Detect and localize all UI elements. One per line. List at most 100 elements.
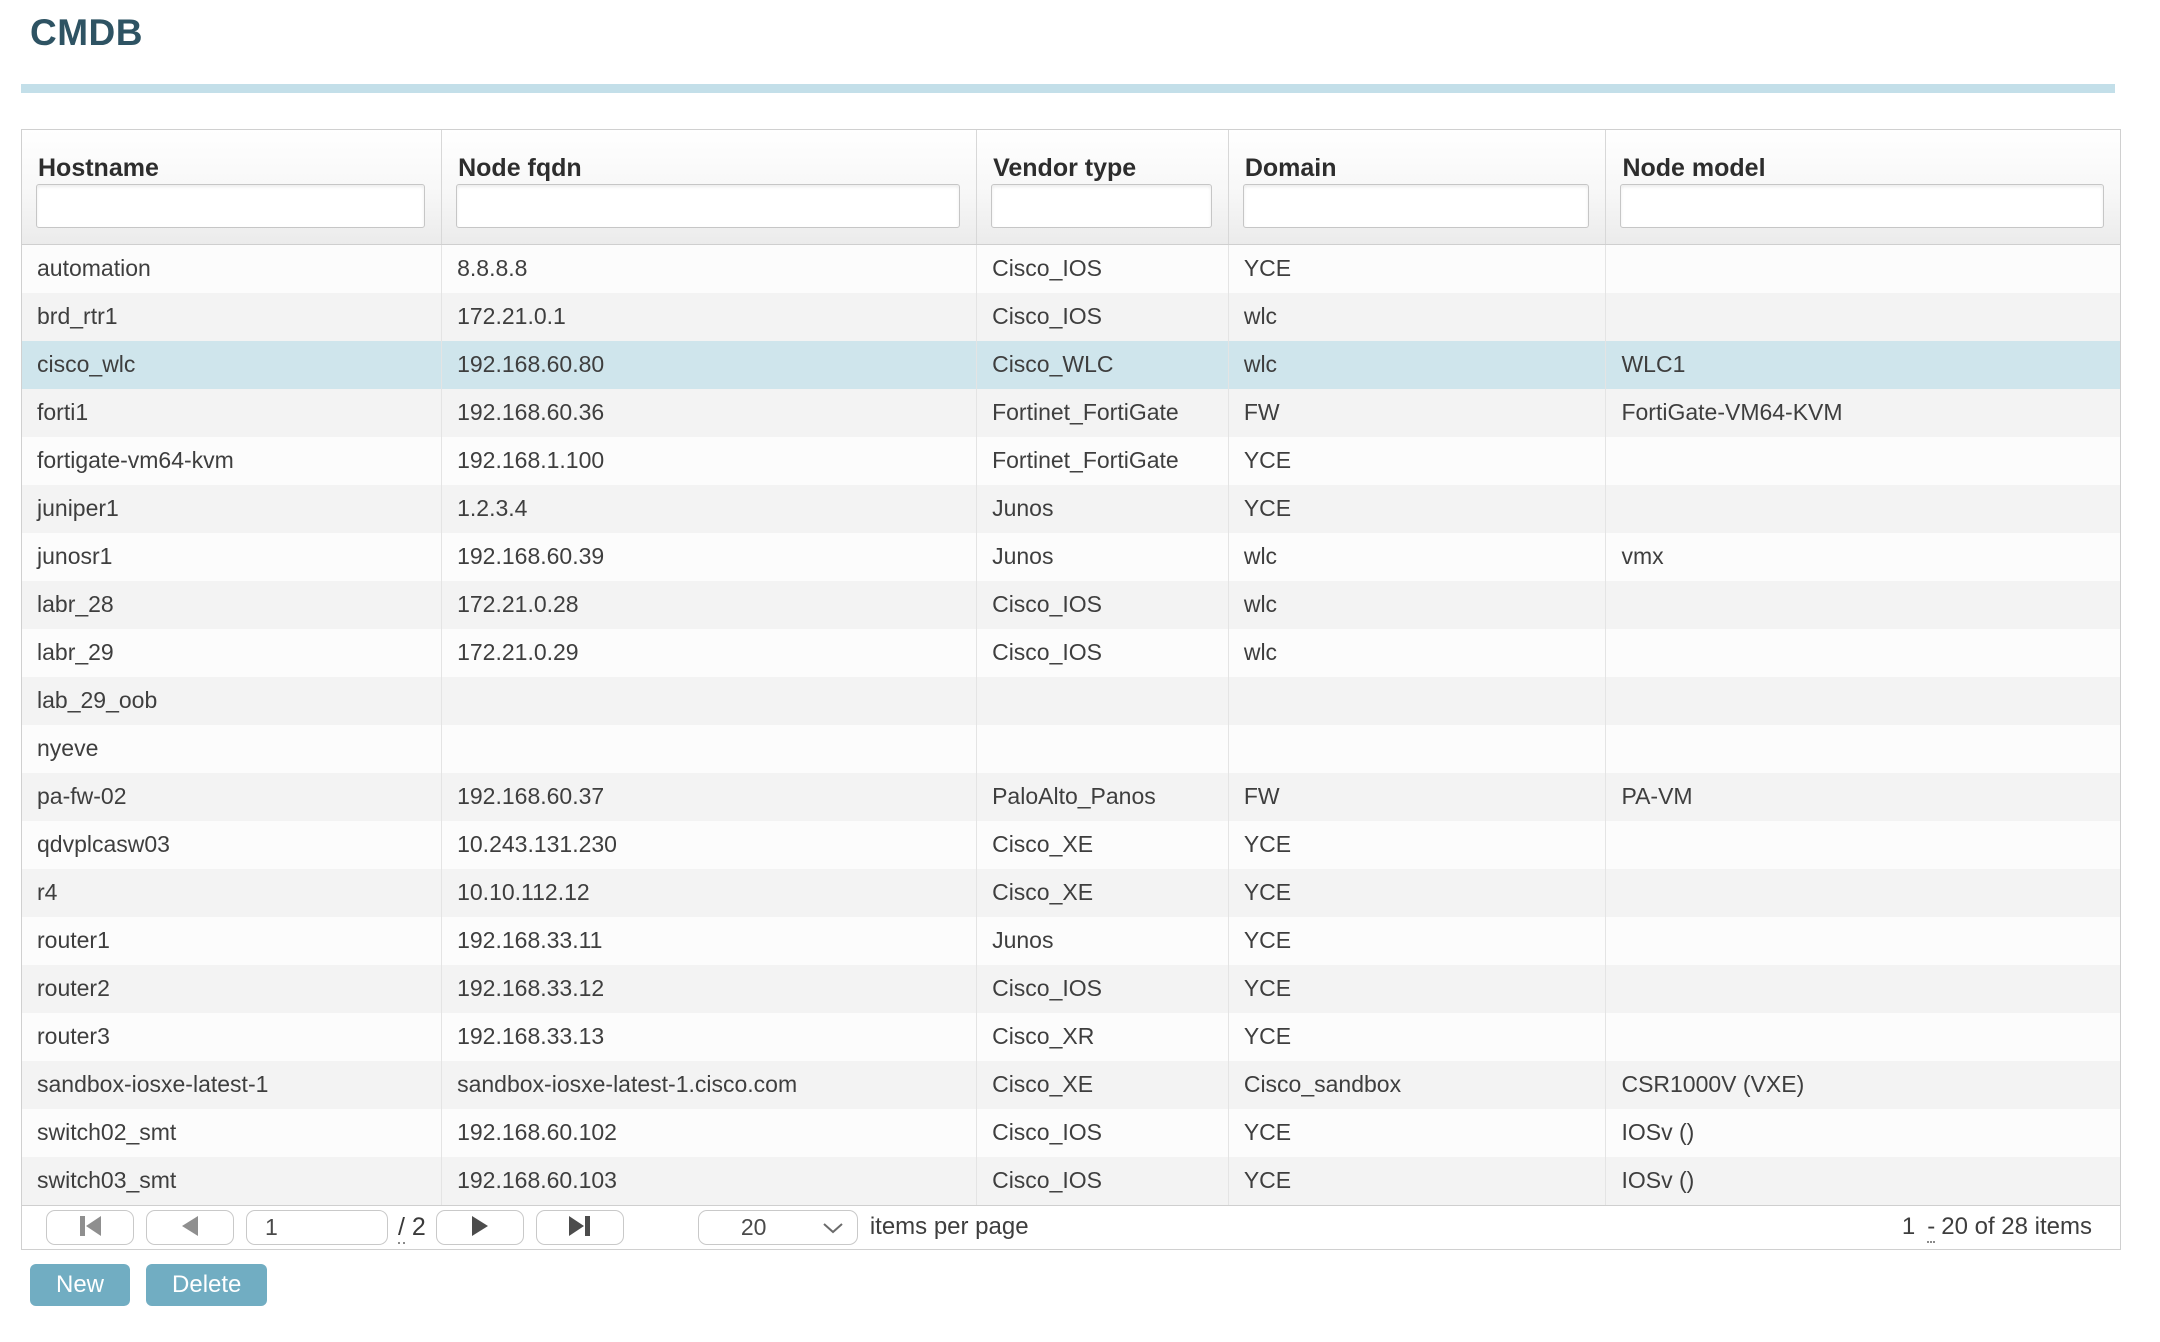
cell-hostname: cisco_wlc	[22, 341, 442, 389]
cell-domain: YCE	[1228, 437, 1606, 485]
new-button[interactable]: New	[30, 1264, 130, 1306]
cell-domain: YCE	[1228, 485, 1606, 533]
filter-node-fqdn-input[interactable]	[456, 184, 960, 228]
last-page-button[interactable]	[536, 1210, 624, 1245]
column-label-vendor-type: Vendor type	[977, 130, 1228, 184]
cell-model	[1606, 917, 2120, 965]
cell-vendor: Cisco_WLC	[977, 341, 1229, 389]
cell-hostname: switch03_smt	[22, 1157, 442, 1205]
title-divider	[21, 84, 2115, 93]
page-size-value: 20	[741, 1214, 767, 1241]
cell-vendor	[977, 677, 1229, 725]
cell-hostname: forti1	[22, 389, 442, 437]
grid-body: automation8.8.8.8Cisco_IOSYCEbrd_rtr1172…	[22, 245, 2120, 1205]
cell-model	[1606, 869, 2120, 917]
cell-vendor: Cisco_IOS	[977, 293, 1229, 341]
cell-hostname: fortigate-vm64-kvm	[22, 437, 442, 485]
cell-model: IOSv ()	[1606, 1109, 2120, 1157]
cell-vendor: Fortinet_FortiGate	[977, 437, 1229, 485]
cell-hostname: juniper1	[22, 485, 442, 533]
cell-vendor: Cisco_XE	[977, 821, 1229, 869]
cell-vendor: Junos	[977, 917, 1229, 965]
cell-hostname: router2	[22, 965, 442, 1013]
table-row[interactable]: router1192.168.33.11JunosYCE	[22, 917, 2120, 965]
table-row[interactable]: juniper11.2.3.4JunosYCE	[22, 485, 2120, 533]
cell-vendor: Junos	[977, 533, 1229, 581]
cell-domain: YCE	[1228, 1109, 1606, 1157]
column-label-node-model: Node model	[1606, 130, 2120, 184]
table-row[interactable]: cisco_wlc192.168.60.80Cisco_WLCwlcWLC1	[22, 341, 2120, 389]
filter-hostname-input[interactable]	[36, 184, 425, 228]
cell-fqdn: 192.168.60.36	[442, 389, 977, 437]
table-row[interactable]: forti1192.168.60.36Fortinet_FortiGateFWF…	[22, 389, 2120, 437]
cell-model: vmx	[1606, 533, 2120, 581]
table-row[interactable]: automation8.8.8.8Cisco_IOSYCE	[22, 245, 2120, 293]
cell-fqdn: 192.168.33.12	[442, 965, 977, 1013]
column-label-node-fqdn: Node fqdn	[442, 130, 976, 184]
table-row[interactable]: switch03_smt192.168.60.103Cisco_IOSYCEIO…	[22, 1157, 2120, 1205]
cell-hostname: switch02_smt	[22, 1109, 442, 1157]
column-header-domain: Domain	[1228, 130, 1606, 245]
cell-fqdn: 10.10.112.12	[442, 869, 977, 917]
cell-model: IOSv ()	[1606, 1157, 2120, 1205]
cell-model	[1606, 965, 2120, 1013]
cell-domain: wlc	[1228, 533, 1606, 581]
chevron-down-icon	[821, 1214, 845, 1241]
cell-fqdn: 1.2.3.4	[442, 485, 977, 533]
table-row[interactable]: router2192.168.33.12Cisco_IOSYCE	[22, 965, 2120, 1013]
table-row[interactable]: pa-fw-02192.168.60.37PaloAlto_PanosFWPA-…	[22, 773, 2120, 821]
cell-vendor: Cisco_IOS	[977, 245, 1229, 293]
cell-model	[1606, 581, 2120, 629]
first-page-button[interactable]	[46, 1210, 134, 1245]
cell-vendor: Cisco_IOS	[977, 965, 1229, 1013]
table-row[interactable]: router3192.168.33.13Cisco_XRYCE	[22, 1013, 2120, 1061]
page-size-select[interactable]: 20	[698, 1210, 858, 1245]
cell-hostname: labr_29	[22, 629, 442, 677]
cell-vendor	[977, 725, 1229, 773]
cell-domain: FW	[1228, 773, 1606, 821]
cmdb-table: Hostname Node fqdn Vendor type Domain No…	[22, 130, 2120, 1205]
cell-fqdn: 10.243.131.230	[442, 821, 977, 869]
table-row[interactable]: fortigate-vm64-kvm192.168.1.100Fortinet_…	[22, 437, 2120, 485]
cell-fqdn: 172.21.0.1	[442, 293, 977, 341]
cell-model	[1606, 245, 2120, 293]
column-header-vendor-type: Vendor type	[977, 130, 1229, 245]
cell-hostname: qdvplcasw03	[22, 821, 442, 869]
cell-hostname: nyeve	[22, 725, 442, 773]
cell-model	[1606, 1013, 2120, 1061]
table-row[interactable]: labr_29172.21.0.29Cisco_IOSwlc	[22, 629, 2120, 677]
cell-domain: YCE	[1228, 917, 1606, 965]
cell-hostname: automation	[22, 245, 442, 293]
delete-button[interactable]: Delete	[146, 1264, 267, 1306]
cell-vendor: Cisco_IOS	[977, 1157, 1229, 1205]
table-row[interactable]: sandbox-iosxe-latest-1sandbox-iosxe-late…	[22, 1061, 2120, 1109]
page-number-input[interactable]	[246, 1210, 388, 1245]
cell-vendor: Cisco_IOS	[977, 1109, 1229, 1157]
table-row[interactable]: junosr1192.168.60.39Junoswlcvmx	[22, 533, 2120, 581]
table-row[interactable]: nyeve	[22, 725, 2120, 773]
filter-vendor-type-input[interactable]	[991, 184, 1212, 228]
filter-domain-input[interactable]	[1243, 184, 1590, 228]
cell-domain: YCE	[1228, 821, 1606, 869]
next-page-icon	[467, 1215, 493, 1240]
action-buttons: New Delete	[30, 1264, 2160, 1306]
cell-domain: wlc	[1228, 629, 1606, 677]
header-row: Hostname Node fqdn Vendor type Domain No…	[22, 130, 2120, 245]
range-rest: 20 of 28 items	[1941, 1213, 2092, 1240]
cell-fqdn: 192.168.1.100	[442, 437, 977, 485]
cell-vendor: PaloAlto_Panos	[977, 773, 1229, 821]
cell-domain: Cisco_sandbox	[1228, 1061, 1606, 1109]
table-row[interactable]: qdvplcasw0310.243.131.230Cisco_XEYCE	[22, 821, 2120, 869]
table-row[interactable]: r410.10.112.12Cisco_XEYCE	[22, 869, 2120, 917]
filter-node-model-input[interactable]	[1620, 184, 2104, 228]
column-header-hostname: Hostname	[22, 130, 442, 245]
table-row[interactable]: switch02_smt192.168.60.102Cisco_IOSYCEIO…	[22, 1109, 2120, 1157]
table-row[interactable]: labr_28172.21.0.28Cisco_IOSwlc	[22, 581, 2120, 629]
cell-vendor: Cisco_XE	[977, 869, 1229, 917]
cell-domain: FW	[1228, 389, 1606, 437]
prev-page-button[interactable]	[146, 1210, 234, 1245]
cell-model	[1606, 677, 2120, 725]
table-row[interactable]: lab_29_oob	[22, 677, 2120, 725]
table-row[interactable]: brd_rtr1172.21.0.1Cisco_IOSwlc	[22, 293, 2120, 341]
next-page-button[interactable]	[436, 1210, 524, 1245]
